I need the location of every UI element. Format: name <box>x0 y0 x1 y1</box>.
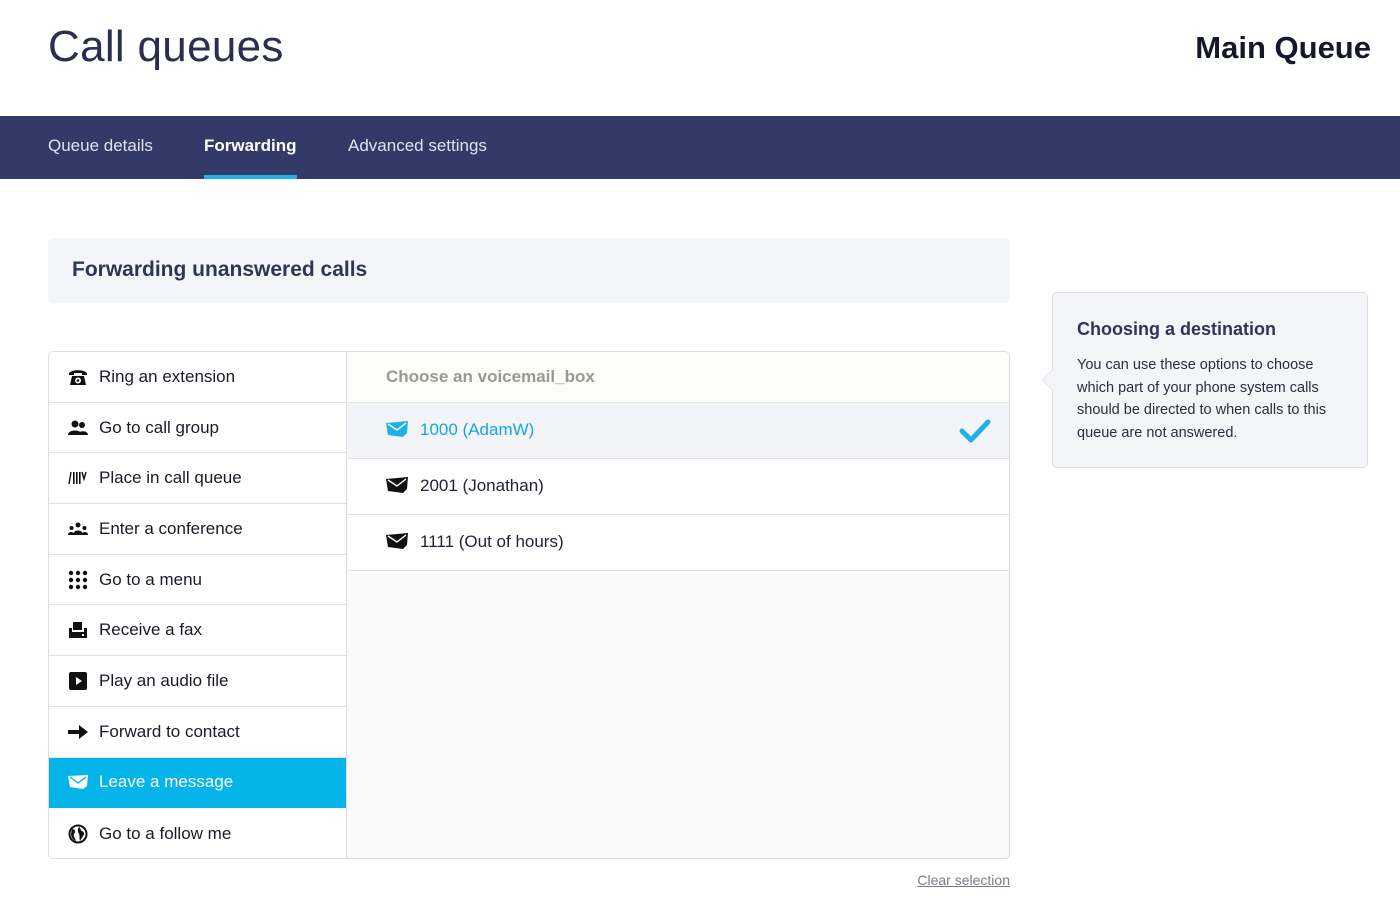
option-leave-message[interactable]: Leave a message <box>49 757 346 809</box>
help-body: You can use these options to choose whic… <box>1077 357 1327 441</box>
arrow-right-icon <box>67 722 89 742</box>
tab-forwarding[interactable]: Forwarding <box>204 116 297 179</box>
choices-heading: Choose an voicemail_box <box>348 352 1009 403</box>
voicemail-box-item[interactable]: 2001 (Jonathan) <box>348 459 1009 515</box>
help-title: Choosing a destination <box>1077 319 1277 339</box>
clear-selection-link[interactable]: Clear selection <box>917 872 1010 888</box>
voicemail-box-label: 1000 (AdamW) <box>420 420 535 439</box>
option-label: Forward to contact <box>99 721 240 741</box>
option-label: Receive a fax <box>99 620 202 640</box>
voicemail-box-item[interactable]: 1111 (Out of hours) <box>348 515 1009 571</box>
option-ring-extension[interactable]: Ring an extension <box>49 352 346 403</box>
tab-bar: Queue details Forwarding Advanced settin… <box>0 116 1400 179</box>
conference-icon <box>67 519 89 539</box>
globe-icon <box>67 824 89 844</box>
option-follow-me[interactable]: Go to a follow me <box>49 808 346 858</box>
voicemail-box-label: 1111 (Out of hours) <box>420 532 564 551</box>
queue-icon <box>67 468 89 488</box>
telephone-icon <box>67 367 89 387</box>
play-icon <box>67 671 89 691</box>
destination-picker: Ring an extension Go to call group Place… <box>48 351 1010 859</box>
section-title: Forwarding unanswered calls <box>72 258 368 281</box>
help-panel: Choosing a destination You can use these… <box>1042 292 1368 468</box>
queue-name: Main Queue <box>1195 30 1371 65</box>
option-label: Go to a menu <box>99 569 203 589</box>
option-label: Leave a message <box>99 772 234 792</box>
voicemail-box-list: Choose an voicemail_box 1000 (AdamW) 200… <box>348 352 1009 858</box>
option-call-queue[interactable]: Place in call queue <box>49 453 346 505</box>
option-fax[interactable]: Receive a fax <box>49 605 346 657</box>
tab-advanced-settings[interactable]: Advanced settings <box>348 116 487 179</box>
users-icon <box>67 418 89 438</box>
tab-queue-details[interactable]: Queue details <box>48 116 153 179</box>
option-label: Ring an extension <box>99 366 236 386</box>
choices-heading-text: Choose an voicemail_box <box>386 367 595 386</box>
voicemail-box-label: 2001 (Jonathan) <box>420 476 544 495</box>
option-label: Place in call queue <box>99 468 242 488</box>
option-menu[interactable]: Go to a menu <box>49 555 346 606</box>
section-header: Forwarding unanswered calls <box>48 238 1010 303</box>
option-label: Play an audio file <box>99 670 229 690</box>
page-header: Call queues Main Queue <box>0 0 1400 116</box>
option-audio-file[interactable]: Play an audio file <box>49 656 346 707</box>
option-forward-contact[interactable]: Forward to contact <box>49 707 346 758</box>
option-call-group[interactable]: Go to call group <box>49 403 346 454</box>
keypad-icon <box>67 570 89 590</box>
destination-type-list: Ring an extension Go to call group Place… <box>49 352 347 858</box>
option-label: Enter a conference <box>99 518 243 538</box>
page-title: Call queues <box>48 22 284 71</box>
voicemail-icon <box>67 772 89 792</box>
voicemail-icon <box>385 476 409 494</box>
option-conference[interactable]: Enter a conference <box>49 504 346 555</box>
voicemail-icon <box>385 532 409 550</box>
option-label: Go to call group <box>99 417 220 437</box>
option-label: Go to a follow me <box>99 823 232 843</box>
fax-icon <box>67 620 89 640</box>
voicemail-box-item[interactable]: 1000 (AdamW) <box>348 403 1009 459</box>
checkmark-icon <box>959 417 991 445</box>
voicemail-icon <box>385 420 409 438</box>
